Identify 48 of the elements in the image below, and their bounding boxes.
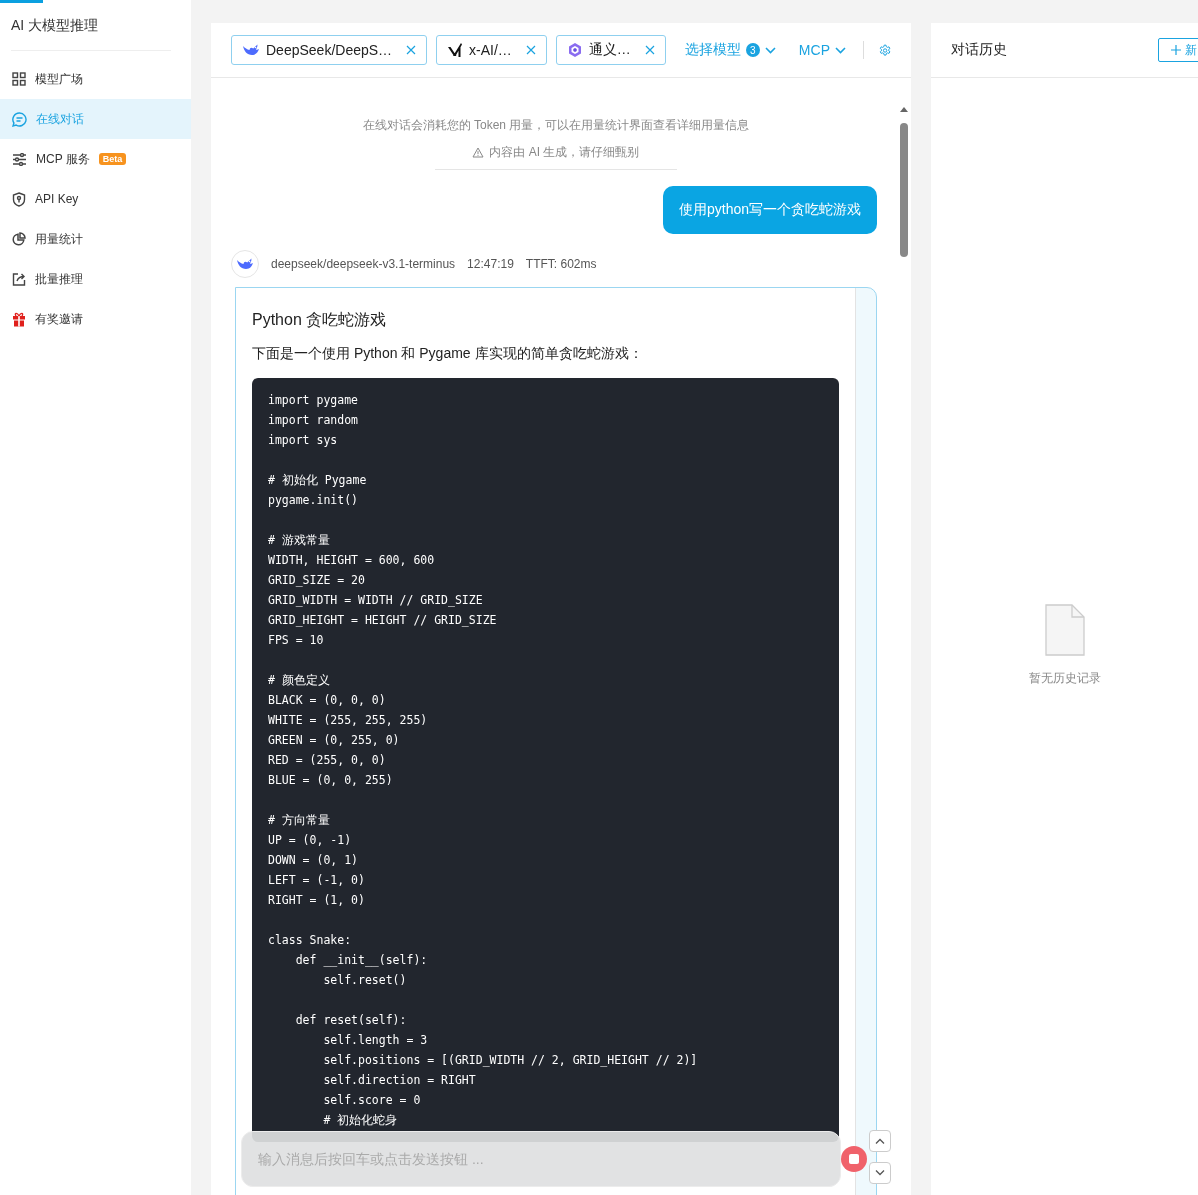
scroll-down-button[interactable] — [869, 1162, 891, 1184]
beta-badge: Beta — [98, 153, 127, 165]
nav-item[interactable]: API Key — [0, 179, 191, 219]
slash-logo-icon — [447, 42, 464, 58]
sliders-icon — [12, 152, 27, 166]
disclaimer-text: 内容由 AI 生成，请仔细甄别 — [489, 144, 640, 161]
reply-intro: 下面是一个使用 Python 和 Pygame 库实现的简单贪吃蛇游戏： — [252, 345, 644, 363]
nav-item[interactable]: 用量统计 — [0, 219, 191, 259]
history-title: 对话历史 — [951, 41, 1007, 59]
empty-history-text: 暂无历史记录 — [1028, 670, 1101, 687]
whale-icon — [236, 257, 254, 271]
chevron-down-icon — [764, 46, 776, 54]
gift-icon — [12, 311, 26, 327]
document-icon — [1044, 604, 1085, 656]
settings-icon[interactable] — [878, 42, 891, 58]
app-title: AI 大模型推理 — [11, 16, 99, 35]
chevron-down-icon — [875, 1170, 885, 1176]
grid-icon — [12, 72, 26, 86]
model-tab[interactable]: x-AI/… — [436, 35, 547, 65]
pie-chart-icon — [12, 232, 26, 246]
scroll-up-arrow-icon[interactable] — [900, 107, 908, 112]
nav-item[interactable]: 模型广场 — [0, 59, 191, 99]
token-notice: 在线对话会消耗您的 Token 用量，可以在用量统计界面查看详细用量信息 — [361, 117, 751, 134]
ttft-label: TTFT: 602ms — [525, 257, 597, 271]
chat-icon — [12, 111, 27, 127]
hexagon-logo-icon — [566, 42, 583, 58]
shield-icon — [12, 191, 26, 207]
message-time: 12:47:19 — [467, 257, 514, 271]
close-icon[interactable] — [644, 45, 655, 55]
chevron-down-icon — [835, 46, 846, 54]
reply-title: Python 贪吃蛇游戏 — [252, 310, 388, 330]
nav-item[interactable]: 有奖邀请 — [0, 299, 191, 339]
scroll-up-button[interactable] — [869, 1130, 891, 1152]
close-icon[interactable] — [525, 45, 536, 55]
user-message: 使用python写一个贪吃蛇游戏 — [662, 186, 877, 234]
model-tab[interactable]: DeepSeek/DeepS… — [231, 35, 428, 65]
plus-icon — [1171, 45, 1181, 55]
whale-icon — [242, 43, 260, 57]
chevron-up-icon — [875, 1138, 885, 1144]
nav-item[interactable]: 批量推理 — [0, 259, 191, 299]
nav-item[interactable]: MCP 服务 Beta — [0, 139, 191, 179]
model-name: deepseek/deepseek-v3.1-terminus — [271, 257, 456, 271]
warning-icon — [472, 147, 485, 158]
export-icon — [12, 272, 26, 286]
count-badge: 3 — [745, 43, 760, 57]
close-icon[interactable] — [406, 45, 417, 55]
scrollbar-thumb[interactable] — [900, 123, 908, 257]
model-tab[interactable]: 通义… — [555, 35, 666, 65]
